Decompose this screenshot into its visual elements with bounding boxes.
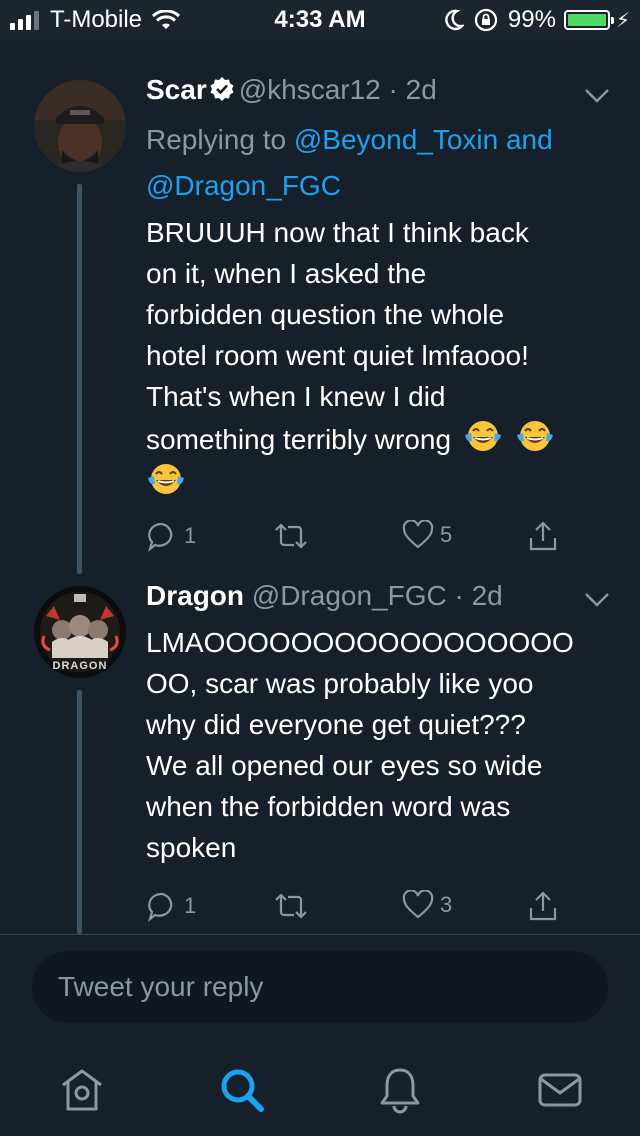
mention-link[interactable]: @Dragon_FGC [146, 170, 341, 201]
tweet-text: LMAOOOOOOOOOOOOOOOOO OO, scar was probab… [146, 622, 616, 868]
tweet-text-line: spoken [146, 832, 237, 863]
search-icon [221, 1069, 264, 1112]
charging-bolt-icon: ⚡ [615, 9, 630, 32]
author-name[interactable]: Dragon [146, 580, 244, 611]
chevron-down-icon[interactable] [584, 88, 610, 104]
reply-icon [147, 522, 173, 552]
reply-icon [147, 892, 173, 922]
share-icon [529, 521, 557, 551]
author-name[interactable]: Scar [146, 74, 207, 105]
reply-button[interactable]: 1 [146, 890, 196, 922]
mention-link[interactable]: @Beyond_Toxin [294, 124, 498, 155]
verified-badge-icon [210, 77, 234, 101]
tab-notifications[interactable] [376, 1066, 424, 1114]
tweet-age: 2d [471, 580, 503, 611]
tweet-actions: 1 3 [146, 890, 576, 926]
like-button[interactable]: 5 [402, 520, 452, 550]
like-count: 3 [440, 892, 453, 917]
tweet-text-line: on it, when I asked the [146, 258, 427, 289]
laughing-emoji-icon [148, 464, 184, 494]
retweet-icon [275, 523, 307, 549]
tweet-text-line: something terribly wrong [146, 417, 616, 460]
reply-input[interactable] [32, 951, 608, 1023]
tab-bar [0, 1036, 640, 1136]
chevron-down-icon[interactable] [584, 592, 610, 608]
tweet-text-line [146, 460, 616, 503]
tweet-actions: 1 5 [146, 520, 576, 556]
like-button[interactable]: 3 [402, 890, 452, 920]
rotation-lock-icon [474, 8, 498, 32]
separator-dot: · [454, 580, 464, 611]
author-handle[interactable]: @Dragon_FGC [252, 580, 447, 611]
tab-search[interactable] [218, 1066, 266, 1114]
tweet-header: Scar @khscar12 · 2d [146, 74, 437, 106]
replying-prefix: Replying to [146, 124, 287, 155]
tweet-age: 2d [405, 74, 437, 105]
tweet-text-line: OO, scar was probably like yoo [146, 668, 534, 699]
notifications-icon [380, 1068, 420, 1114]
tab-home[interactable] [58, 1066, 106, 1114]
tweet-text-line: We all opened our eyes so wide [146, 750, 543, 781]
thread-line [77, 184, 82, 574]
reply-area [0, 934, 640, 1036]
home-icon [62, 1069, 102, 1111]
tweet-text-line: why did everyone get quiet??? [146, 709, 526, 740]
avatar-label: DRAGON [52, 660, 108, 672]
status-bar: T-Mobile 4:33 AM 99% ⚡ [0, 0, 640, 40]
reply-count: 1 [184, 893, 197, 918]
avatar[interactable]: DRAGON [34, 586, 126, 678]
retweet-button[interactable] [272, 890, 310, 922]
laughing-emoji-icon [464, 421, 501, 451]
tweet-text-line: hotel room went quiet lmfaooo! [146, 340, 529, 371]
like-count: 5 [440, 522, 453, 547]
mention-and[interactable]: and [506, 124, 553, 155]
moon-icon [445, 9, 464, 31]
author-handle[interactable]: @khscar12 [239, 74, 381, 105]
share-button[interactable] [528, 890, 558, 922]
tweet-text: BRUUUH now that I think back on it, when… [146, 212, 616, 503]
reply-count: 1 [184, 523, 197, 548]
tweet-text-line: That's when I knew I did [146, 381, 446, 412]
share-icon [529, 891, 557, 921]
messages-icon [538, 1073, 582, 1107]
replying-to: Replying to @Beyond_Toxin and @Dragon_FG… [146, 117, 616, 209]
tweet-text-line: BRUUUH now that I think back [146, 217, 529, 248]
tweet-text-line: LMAOOOOOOOOOOOOOOOOO [146, 627, 574, 658]
battery-percent: 99% [507, 6, 556, 33]
reply-button[interactable]: 1 [146, 520, 196, 552]
status-right: 99% ⚡ [444, 6, 630, 34]
share-button[interactable] [528, 520, 558, 552]
retweet-button[interactable] [272, 520, 310, 552]
tweet-header: Dragon @Dragon_FGC · 2d [146, 580, 503, 612]
tweet-text-line: forbidden question the whole [146, 299, 505, 330]
heart-icon [402, 520, 434, 549]
tab-messages[interactable] [536, 1066, 584, 1114]
laughing-emoji-icon [516, 421, 553, 451]
avatar[interactable] [34, 80, 126, 172]
battery-icon [563, 10, 614, 30]
heart-icon [402, 890, 434, 919]
separator-dot: · [388, 74, 398, 105]
tweet-text-line: when the forbidden word was [146, 791, 511, 822]
retweet-icon [275, 893, 307, 919]
thread-line [77, 690, 82, 934]
